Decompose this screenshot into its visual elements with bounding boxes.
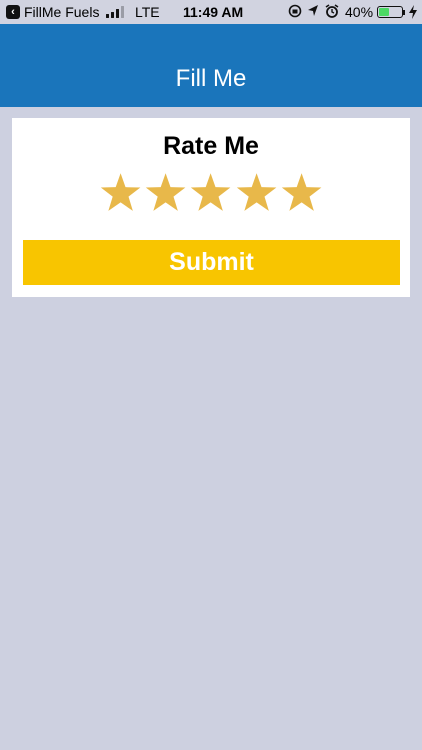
- back-to-app-label[interactable]: FillMe Fuels: [24, 4, 99, 20]
- submit-button[interactable]: Submit: [23, 240, 400, 285]
- star-icon[interactable]: [279, 170, 324, 216]
- star-icon[interactable]: [143, 170, 188, 216]
- status-bar: ‹ FillMe Fuels LTE 11:49 AM 40%: [0, 0, 422, 24]
- battery-cap: [403, 10, 405, 15]
- star-icon[interactable]: [234, 170, 279, 216]
- navigation-bar: Fill Me: [0, 24, 422, 107]
- battery-percentage: 40%: [345, 4, 374, 20]
- signal-icon: [106, 6, 126, 18]
- alarm-icon: [325, 4, 339, 18]
- network-type: LTE: [135, 4, 160, 20]
- orientation-lock-icon: [288, 4, 302, 18]
- star-icon[interactable]: [188, 170, 233, 216]
- rating-card: Rate Me Submit: [12, 118, 410, 297]
- page-title: Fill Me: [175, 65, 247, 92]
- star-icon[interactable]: [98, 170, 143, 216]
- back-arrow-icon[interactable]: ‹: [6, 5, 20, 19]
- status-time: 11:49 AM: [183, 4, 244, 20]
- battery-icon: [377, 6, 403, 18]
- location-icon: [308, 5, 318, 16]
- rating-title: Rate Me: [163, 132, 259, 160]
- star-rating[interactable]: [98, 170, 324, 218]
- charging-bolt-icon: [409, 5, 417, 19]
